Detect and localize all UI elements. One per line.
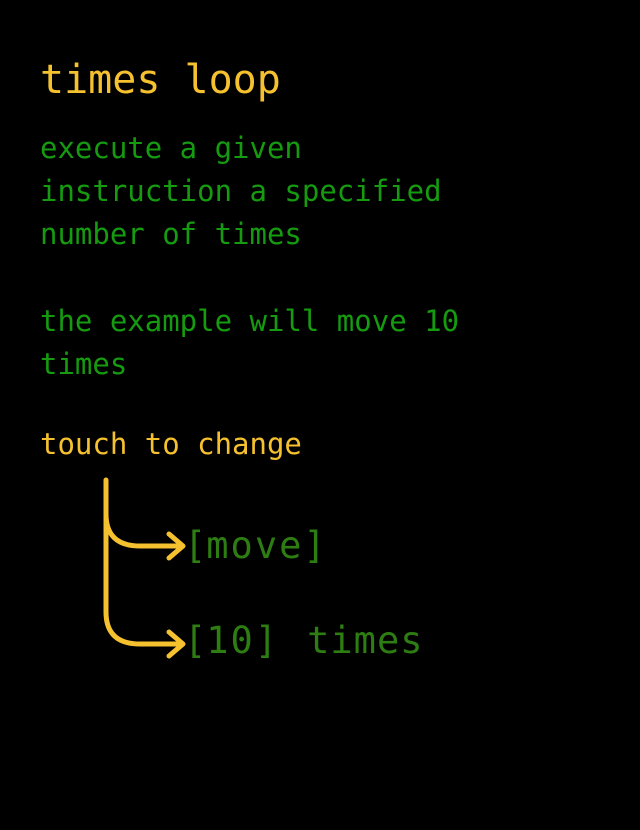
arrowhead-action: [166, 531, 186, 561]
times-label: times: [307, 619, 424, 662]
count-selector-button[interactable]: [ 10 ]: [184, 619, 277, 662]
action-slot: [ move ]: [184, 524, 326, 567]
action-selector-button[interactable]: [ move ]: [184, 524, 326, 567]
example-text: the example will move 10 times: [40, 304, 460, 381]
branch-arrow-icon: [103, 477, 186, 659]
action-close-bracket: ]: [303, 524, 326, 567]
hint-text: touch to change: [40, 427, 302, 461]
count-value: 10: [206, 619, 255, 662]
count-close-bracket: ]: [254, 619, 278, 662]
action-value: move: [206, 524, 304, 567]
action-open-bracket: [: [184, 524, 207, 567]
arrowhead-count: [166, 629, 186, 659]
description-text: execute a given instruction a specified …: [40, 131, 442, 251]
page-title: times loop: [40, 57, 281, 103]
count-slot: [ 10 ] times: [184, 619, 424, 662]
count-open-bracket: [: [184, 619, 207, 662]
connector-branch: [103, 511, 184, 549]
connector-trunk: [103, 477, 184, 647]
